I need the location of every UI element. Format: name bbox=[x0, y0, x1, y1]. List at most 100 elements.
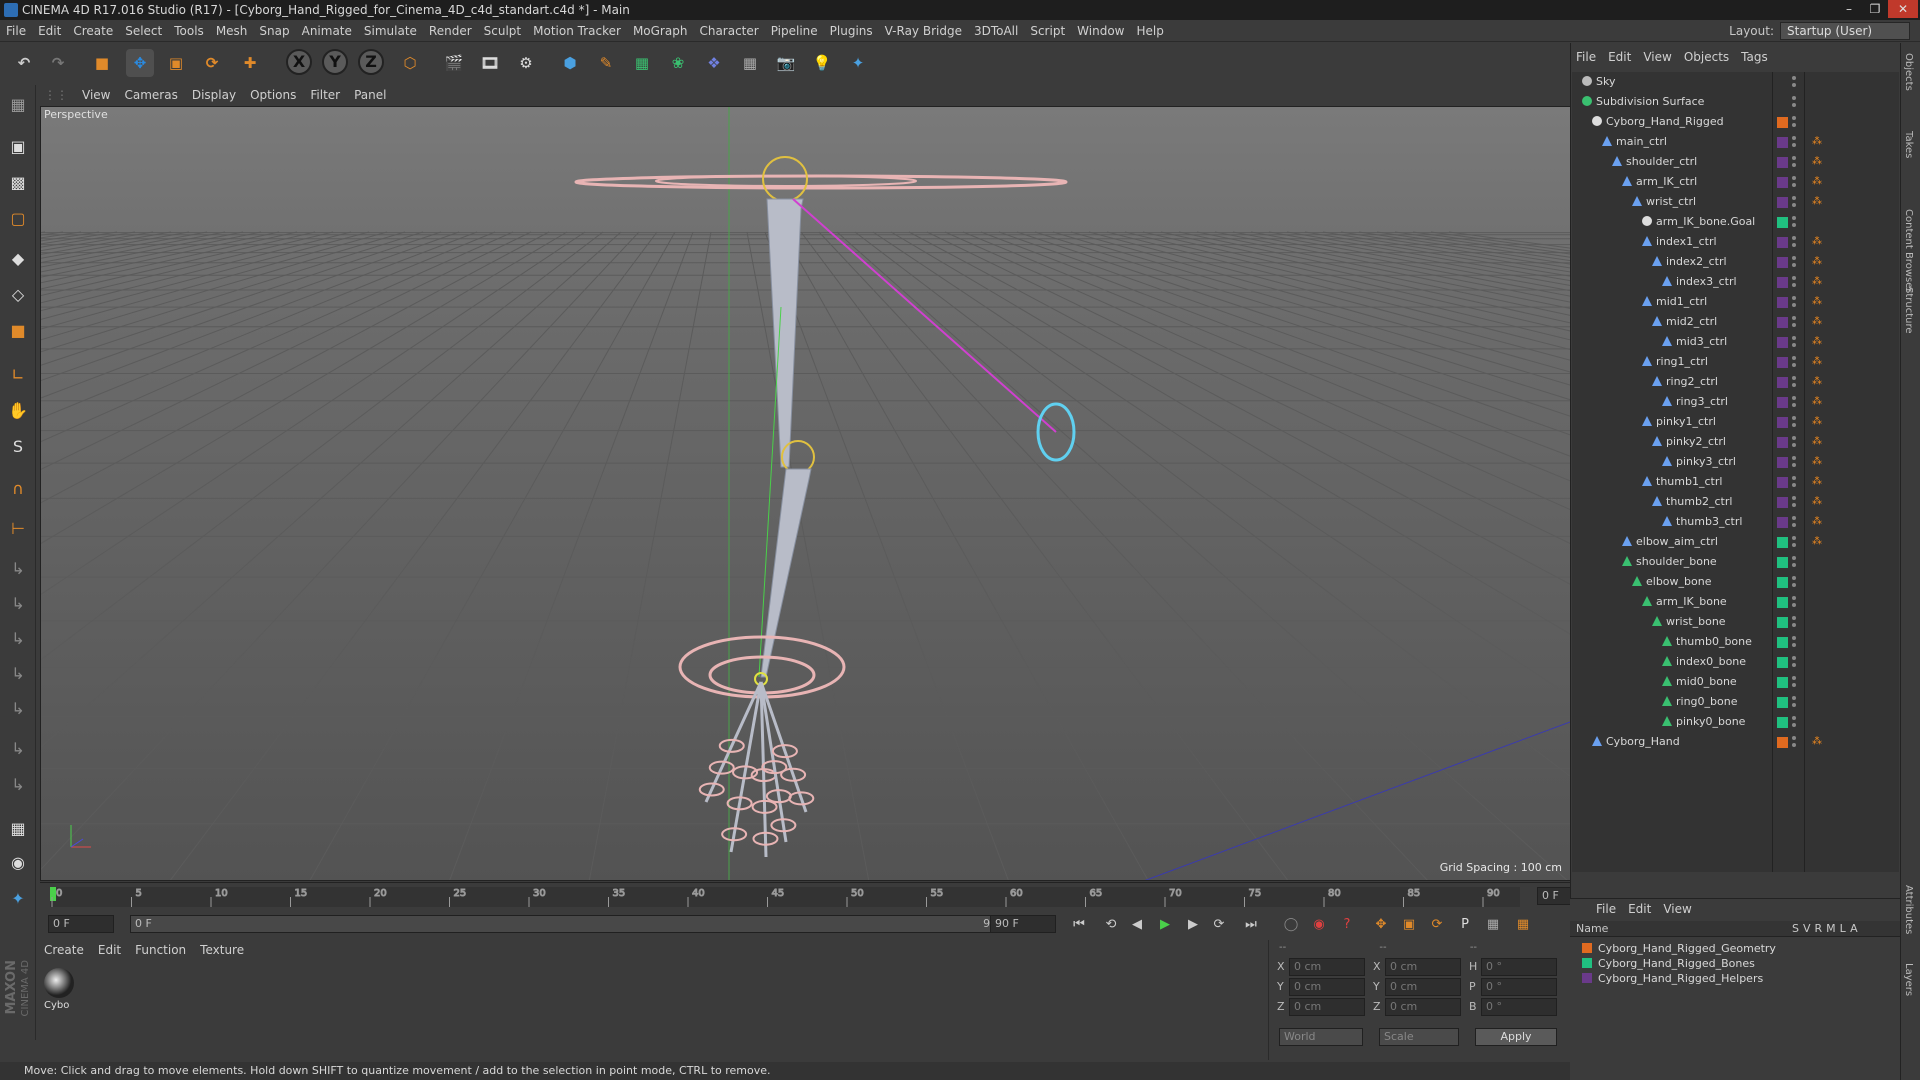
constraint-tag-icon[interactable]: ⁂ bbox=[1812, 496, 1824, 508]
visibility-dots[interactable] bbox=[1792, 455, 1796, 469]
rotate-tool-icon[interactable]: ⟳ bbox=[198, 49, 226, 77]
coord-value-field[interactable]: 0 cm bbox=[1385, 978, 1461, 996]
visibility-dots[interactable] bbox=[1792, 675, 1796, 689]
constraint-tag-icon[interactable]: ⁂ bbox=[1812, 476, 1824, 488]
object-row[interactable]: shoulder_ctrl ⁂ bbox=[1572, 152, 1899, 172]
visibility-dots[interactable] bbox=[1792, 435, 1796, 449]
previous-frame-icon[interactable]: ◀ bbox=[1126, 914, 1148, 936]
timeline-ruler[interactable]: 0 5 10 15 20 25 30 35 40 45 50 55 60 65 70 75 80 85 90 0 F bbox=[40, 882, 1577, 908]
layer-color-swatch[interactable] bbox=[1777, 657, 1788, 668]
light-icon[interactable]: 💡 bbox=[808, 49, 836, 77]
layer-col-l[interactable]: L bbox=[1840, 922, 1850, 935]
object-row[interactable]: thumb3_ctrl ⁂ bbox=[1572, 512, 1899, 532]
object-row[interactable]: arm_IK_ctrl ⁂ bbox=[1572, 172, 1899, 192]
layer-color-swatch[interactable] bbox=[1582, 973, 1592, 983]
menu-mograph[interactable]: MoGraph bbox=[627, 20, 694, 42]
apply-button[interactable]: Apply bbox=[1475, 1028, 1557, 1046]
object-menu-tags[interactable]: Tags bbox=[1735, 47, 1774, 67]
menu-create[interactable]: Create bbox=[67, 20, 119, 42]
layer-color-swatch[interactable] bbox=[1777, 377, 1788, 388]
ik-tool-icon[interactable]: ↳ bbox=[4, 590, 32, 618]
coord-value-field[interactable]: 0 ° bbox=[1481, 978, 1557, 996]
end-frame-field[interactable]: 90 F bbox=[990, 915, 1056, 933]
undo-icon[interactable]: ↶ bbox=[10, 49, 38, 77]
layer-row[interactable]: Cyborg_Hand_Rigged_Bones bbox=[1582, 956, 1882, 971]
object-row[interactable]: ring3_ctrl ⁂ bbox=[1572, 392, 1899, 412]
visibility-dots[interactable] bbox=[1792, 615, 1796, 629]
constraint-tag-icon[interactable]: ⁂ bbox=[1812, 196, 1824, 208]
layer-color-swatch[interactable] bbox=[1777, 337, 1788, 348]
layer-col-m[interactable]: M bbox=[1826, 922, 1840, 935]
visibility-dots[interactable] bbox=[1792, 295, 1796, 309]
visibility-dots[interactable] bbox=[1792, 255, 1796, 269]
subdivision-icon[interactable]: ▦ bbox=[628, 49, 656, 77]
object-row[interactable]: pinky3_ctrl ⁂ bbox=[1572, 452, 1899, 472]
go-to-end-icon[interactable]: ⏭ bbox=[1240, 914, 1262, 936]
object-row[interactable]: mid0_bone bbox=[1572, 672, 1899, 692]
viewport-menu-panel[interactable]: Panel bbox=[347, 85, 393, 105]
layer-color-swatch[interactable] bbox=[1777, 677, 1788, 688]
y-axis-lock-icon[interactable]: Y bbox=[322, 49, 348, 75]
menu-file[interactable]: File bbox=[0, 20, 32, 42]
menu-snap[interactable]: Snap bbox=[253, 20, 295, 42]
weight-tool-icon[interactable]: ↳ bbox=[4, 625, 32, 653]
coord-mode-dropdown[interactable]: Scale bbox=[1379, 1028, 1459, 1046]
make-editable-icon[interactable]: ▦ bbox=[4, 91, 32, 119]
coordinate-system-icon[interactable]: ⬡ bbox=[396, 49, 424, 77]
visibility-dots[interactable] bbox=[1792, 235, 1796, 249]
cube-icon[interactable]: ⬢ bbox=[556, 49, 584, 77]
object-row[interactable]: index2_ctrl ⁂ bbox=[1572, 252, 1899, 272]
workplane-axis-icon[interactable]: ⊢ bbox=[4, 515, 32, 543]
menu-v-ray-bridge[interactable]: V-Ray Bridge bbox=[879, 20, 968, 42]
object-row[interactable]: pinky0_bone bbox=[1572, 712, 1899, 732]
layer-color-swatch[interactable] bbox=[1777, 357, 1788, 368]
side-tab-objects[interactable]: Objects bbox=[1903, 53, 1914, 91]
layer-color-swatch[interactable] bbox=[1777, 497, 1788, 508]
constraint-tag-icon[interactable]: ⁂ bbox=[1812, 256, 1824, 268]
visibility-dots[interactable] bbox=[1792, 635, 1796, 649]
layer-color-swatch[interactable] bbox=[1777, 197, 1788, 208]
next-key-icon[interactable]: ⟳ bbox=[1208, 914, 1230, 936]
side-tab-layers[interactable]: Layers bbox=[1903, 963, 1914, 996]
material-menu-function[interactable]: Function bbox=[128, 940, 193, 960]
layer-color-swatch[interactable] bbox=[1777, 177, 1788, 188]
layer-color-swatch[interactable] bbox=[1777, 577, 1788, 588]
object-row[interactable]: Cyborg_Hand ⁂ bbox=[1572, 732, 1899, 752]
grid-icon[interactable]: ▦ bbox=[4, 815, 32, 843]
visibility-dots[interactable] bbox=[1792, 695, 1796, 709]
play-icon[interactable]: ▶ bbox=[1154, 914, 1176, 936]
object-row[interactable]: pinky1_ctrl ⁂ bbox=[1572, 412, 1899, 432]
edges-mode-icon[interactable]: ◇ bbox=[4, 281, 32, 309]
object-row[interactable]: elbow_aim_ctrl ⁂ bbox=[1572, 532, 1899, 552]
previous-key-icon[interactable]: ⟲ bbox=[1100, 914, 1122, 936]
visibility-dots[interactable] bbox=[1792, 415, 1796, 429]
object-row[interactable]: wrist_ctrl ⁂ bbox=[1572, 192, 1899, 212]
layer-color-swatch[interactable] bbox=[1777, 717, 1788, 728]
object-list[interactable]: Sky Subdivision Surface Cyborg_Hand_Rigged… bbox=[1572, 72, 1899, 872]
pen-spline-icon[interactable]: ✎ bbox=[592, 49, 620, 77]
viewport[interactable] bbox=[40, 106, 1577, 881]
layer-row[interactable]: Cyborg_Hand_Rigged_Helpers bbox=[1582, 971, 1882, 986]
camera-icon[interactable]: 📷 bbox=[772, 49, 800, 77]
material-label[interactable]: Cybo bbox=[44, 1000, 69, 1011]
object-row[interactable]: Subdivision Surface bbox=[1572, 92, 1899, 112]
scale-tool-icon[interactable]: ▣ bbox=[162, 49, 190, 77]
layer-color-swatch[interactable] bbox=[1777, 737, 1788, 748]
constraint-tag-icon[interactable]: ⁂ bbox=[1812, 456, 1824, 468]
cloner-icon[interactable]: ❀ bbox=[664, 49, 692, 77]
visibility-dots[interactable] bbox=[1792, 275, 1796, 289]
coord-value-field[interactable]: 0 cm bbox=[1289, 998, 1365, 1016]
layer-color-swatch[interactable] bbox=[1777, 417, 1788, 428]
go-to-start-icon[interactable]: ⏮ bbox=[1068, 914, 1090, 936]
material-menu-edit[interactable]: Edit bbox=[91, 940, 128, 960]
object-row[interactable]: mid2_ctrl ⁂ bbox=[1572, 312, 1899, 332]
floor-icon[interactable]: ▦ bbox=[736, 49, 764, 77]
mirror-tool-icon[interactable]: ↳ bbox=[4, 735, 32, 763]
viewport-menu-options[interactable]: Options bbox=[243, 85, 303, 105]
layer-color-swatch[interactable] bbox=[1777, 597, 1788, 608]
coord-value-field[interactable]: 0 cm bbox=[1289, 958, 1365, 976]
coord-value-field[interactable]: 0 ° bbox=[1481, 998, 1557, 1016]
z-axis-lock-icon[interactable]: Z bbox=[358, 49, 384, 75]
workplane-icon[interactable]: ▢ bbox=[4, 205, 32, 233]
constraint-tag-icon[interactable]: ⁂ bbox=[1812, 316, 1824, 328]
